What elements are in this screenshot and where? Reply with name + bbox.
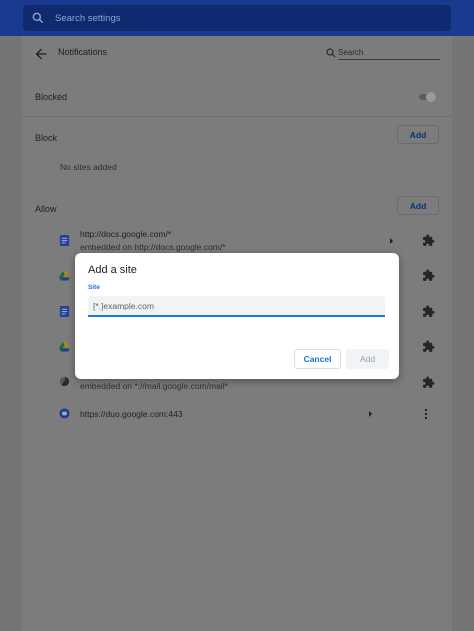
dialog-title: Add a site [88, 264, 137, 276]
blocked-label: Blocked [35, 92, 68, 102]
site-url: http://docs.google.com/* [80, 229, 172, 239]
block-add-button[interactable]: Add [397, 125, 439, 144]
card-header: Notifications [22, 36, 452, 72]
chevron-right-icon[interactable] [367, 410, 375, 418]
docs-icon [59, 235, 70, 246]
site-embedded-text: embedded on *://mail.google.com/mail* [80, 381, 228, 391]
puzzle-icon[interactable] [422, 269, 435, 282]
puzzle-icon[interactable] [422, 340, 435, 353]
drive-icon [59, 270, 70, 281]
chevron-right-icon[interactable] [388, 237, 396, 245]
search-icon [32, 12, 44, 24]
site-input[interactable] [88, 296, 385, 317]
block-section-label: Block [35, 133, 58, 143]
right-margin [452, 36, 474, 631]
top-toolbar: Search settings [0, 0, 474, 36]
site-embedded-text: embedded on http://docs.google.com/* [80, 242, 226, 252]
add-button[interactable]: Add [346, 349, 389, 369]
docs-icon [59, 306, 70, 317]
left-margin [0, 36, 22, 631]
puzzle-icon[interactable] [422, 376, 435, 389]
globe-icon [59, 376, 70, 387]
list-item[interactable]: https://duo.google.com:443 [22, 400, 452, 428]
allow-add-button[interactable]: Add [397, 196, 439, 215]
toggle-knob [426, 92, 436, 102]
puzzle-icon[interactable] [422, 305, 435, 318]
duo-icon [59, 408, 70, 419]
blocked-toggle[interactable] [417, 92, 437, 102]
search-icon [326, 48, 336, 58]
settings-search-bar[interactable]: Search settings [23, 5, 451, 31]
divider [22, 116, 452, 117]
more-vert-icon[interactable] [422, 408, 430, 420]
allow-section-label: Allow [35, 204, 57, 214]
drive-icon [59, 341, 70, 352]
search-settings-placeholder: Search settings [55, 12, 121, 24]
cancel-button[interactable]: Cancel [294, 349, 341, 369]
site-url: https://duo.google.com:443 [80, 409, 183, 419]
puzzle-icon[interactable] [422, 234, 435, 247]
back-arrow-icon[interactable] [33, 46, 49, 62]
add-site-dialog: Add a site Site Cancel Add [75, 253, 399, 379]
page-title: Notifications [58, 47, 108, 57]
site-search-input[interactable] [338, 46, 440, 60]
no-sites-text: No sites added [60, 162, 117, 172]
site-field-label: Site [88, 284, 100, 291]
